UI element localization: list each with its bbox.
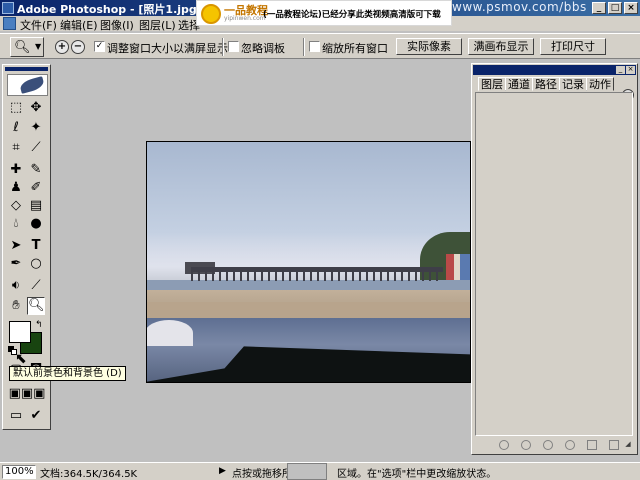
- slice-tool-icon[interactable]: ⟋: [27, 139, 45, 157]
- tab-layers[interactable]: 图层: [478, 77, 506, 91]
- screen-mode-icons[interactable]: ▣▣▣: [5, 385, 49, 403]
- document-icon[interactable]: [3, 17, 16, 30]
- dodge-tool-icon[interactable]: ●: [27, 215, 45, 233]
- palette-close-button[interactable]: ×: [626, 66, 635, 74]
- path-selection-icon[interactable]: ➤: [7, 237, 25, 255]
- load-selection-icon[interactable]: [543, 440, 553, 450]
- resize-windows-checkbox[interactable]: ✓: [94, 41, 105, 52]
- maximize-button[interactable]: □: [608, 2, 622, 14]
- zoom-all-checkbox[interactable]: [309, 41, 320, 52]
- zoom-out-button[interactable]: −: [71, 40, 85, 54]
- zoom-tool-icon[interactable]: 🔍︎: [27, 297, 45, 315]
- menu-edit[interactable]: 编辑(E): [60, 17, 98, 33]
- image-canvas[interactable]: [146, 141, 471, 383]
- swap-colors-icon[interactable]: ↰: [35, 320, 43, 330]
- ignore-palettes-label: 忽略调板: [241, 42, 285, 55]
- palette-footer: ◢: [473, 437, 636, 453]
- crop-tool-icon[interactable]: ⌗: [7, 139, 25, 157]
- eraser-tool-icon[interactable]: ◇: [7, 197, 25, 215]
- status-menu-arrow-icon[interactable]: ▶: [219, 466, 226, 476]
- fit-screen-button[interactable]: 满画布显示: [468, 38, 534, 55]
- tab-actions[interactable]: 动作: [586, 77, 614, 91]
- foreground-color-swatch[interactable]: [9, 321, 31, 343]
- healing-brush-icon[interactable]: ✚: [7, 161, 25, 179]
- logo-icon: [201, 4, 221, 24]
- history-brush-icon[interactable]: ✐: [27, 179, 45, 197]
- watermark-banner: 一品教程 yipinwen.com (一品教程论坛)已经分享此类视频高清版可下载: [196, 0, 452, 26]
- actual-pixels-button[interactable]: 实际像素: [396, 38, 462, 55]
- status-hint-start: 点按或拖移所: [232, 469, 292, 480]
- resize-windows-label: 调整窗口大小以满屏显示: [107, 42, 228, 55]
- zoom-all-label: 缩放所有窗口: [322, 42, 388, 55]
- divider: [303, 38, 305, 56]
- document-size: 文档:364.5K/364.5K: [40, 469, 138, 480]
- jump-to-icon[interactable]: ✔: [27, 407, 45, 425]
- notes-tool-icon[interactable]: 🔉︎: [7, 277, 25, 295]
- status-hint-end: 区域。在"选项"栏中更改缩放状态。: [337, 469, 497, 480]
- menu-file[interactable]: 文件(F): [20, 17, 57, 33]
- magic-wand-icon[interactable]: ✦: [27, 119, 45, 137]
- tab-channels[interactable]: 通道: [505, 77, 533, 91]
- delete-path-icon[interactable]: [609, 440, 619, 450]
- paths-palette: _ × 图层 通道 路径 记录 动作 ▶ ◢: [471, 63, 638, 455]
- resize-grip-icon[interactable]: ◢: [623, 440, 633, 450]
- zoom-level-field[interactable]: 100%: [2, 465, 36, 479]
- divider: [222, 38, 224, 56]
- watermark-url: www.psmov.com/bbs: [452, 0, 587, 14]
- magnifier-icon: 🔍︎: [14, 40, 31, 55]
- marquee-tool-icon[interactable]: ⬚: [7, 99, 25, 117]
- gradient-tool-icon[interactable]: ▤: [27, 197, 45, 215]
- tab-paths[interactable]: 路径: [532, 77, 560, 91]
- blur-tool-icon[interactable]: 💧︎: [7, 215, 25, 233]
- feather-icon: [18, 76, 46, 94]
- status-bar: 100% 文档:364.5K/364.5K ▶ 点按或拖移所 区域。在"选项"栏中…: [0, 462, 640, 480]
- options-bar: 🔍︎ ▼ + − ✓ 调整窗口大小以满屏显示 忽略调板 缩放所有窗口 实际像素 …: [0, 33, 640, 59]
- stroke-path-icon[interactable]: [521, 440, 531, 450]
- adobe-online-button[interactable]: [7, 74, 48, 96]
- palette-tabs: 图层 通道 路径 记录 动作 ▶: [473, 76, 636, 101]
- move-tool-icon[interactable]: ✥: [27, 99, 45, 117]
- clone-stamp-icon[interactable]: ♟: [7, 179, 25, 197]
- print-size-button[interactable]: 打印尺寸: [540, 38, 606, 55]
- zoom-in-button[interactable]: +: [55, 40, 69, 54]
- ignore-palettes-checkbox[interactable]: [228, 41, 239, 52]
- close-button[interactable]: ×: [624, 2, 638, 14]
- new-path-icon[interactable]: [587, 440, 597, 450]
- fill-path-icon[interactable]: [499, 440, 509, 450]
- pen-tool-icon[interactable]: ✒: [7, 255, 25, 273]
- menu-image[interactable]: 图像(I): [100, 17, 134, 33]
- tab-history[interactable]: 记录: [559, 77, 587, 91]
- type-tool-icon[interactable]: T: [27, 237, 45, 255]
- status-hint: 点按或拖移所 区域。在"选项"栏中更改缩放状态。: [232, 465, 496, 480]
- status-overlay-box: [287, 463, 327, 480]
- toolbox-titlebar[interactable]: [5, 67, 48, 71]
- photoshop-icon: [2, 2, 14, 14]
- tool-preset-picker[interactable]: 🔍︎ ▼: [10, 37, 44, 57]
- shape-tool-icon[interactable]: ○: [27, 255, 45, 273]
- lasso-tool-icon[interactable]: ℓ: [7, 119, 25, 137]
- window-controls: _ □ ×: [592, 2, 638, 14]
- menu-layer[interactable]: 图层(L): [139, 17, 176, 33]
- imageready-icon[interactable]: ▭: [7, 407, 25, 425]
- palette-minimize-button[interactable]: _: [616, 66, 625, 74]
- tooltip: 默认前景色和背景色 (D): [9, 366, 126, 381]
- make-path-icon[interactable]: [565, 440, 575, 450]
- banner-slogan: (一品教程论坛)已经分享此类视频高清版可下载: [263, 10, 441, 20]
- hand-tool-icon[interactable]: ✋︎: [7, 297, 25, 315]
- paths-list[interactable]: [475, 92, 633, 436]
- brush-tool-icon[interactable]: ✎: [27, 161, 45, 179]
- chevron-down-icon: ▼: [35, 42, 42, 51]
- banner-logo-sub: yipinwen.com: [224, 15, 266, 22]
- palette-titlebar[interactable]: _ ×: [473, 65, 636, 75]
- minimize-button[interactable]: _: [592, 2, 606, 14]
- eyedropper-icon[interactable]: ⟋: [27, 277, 45, 295]
